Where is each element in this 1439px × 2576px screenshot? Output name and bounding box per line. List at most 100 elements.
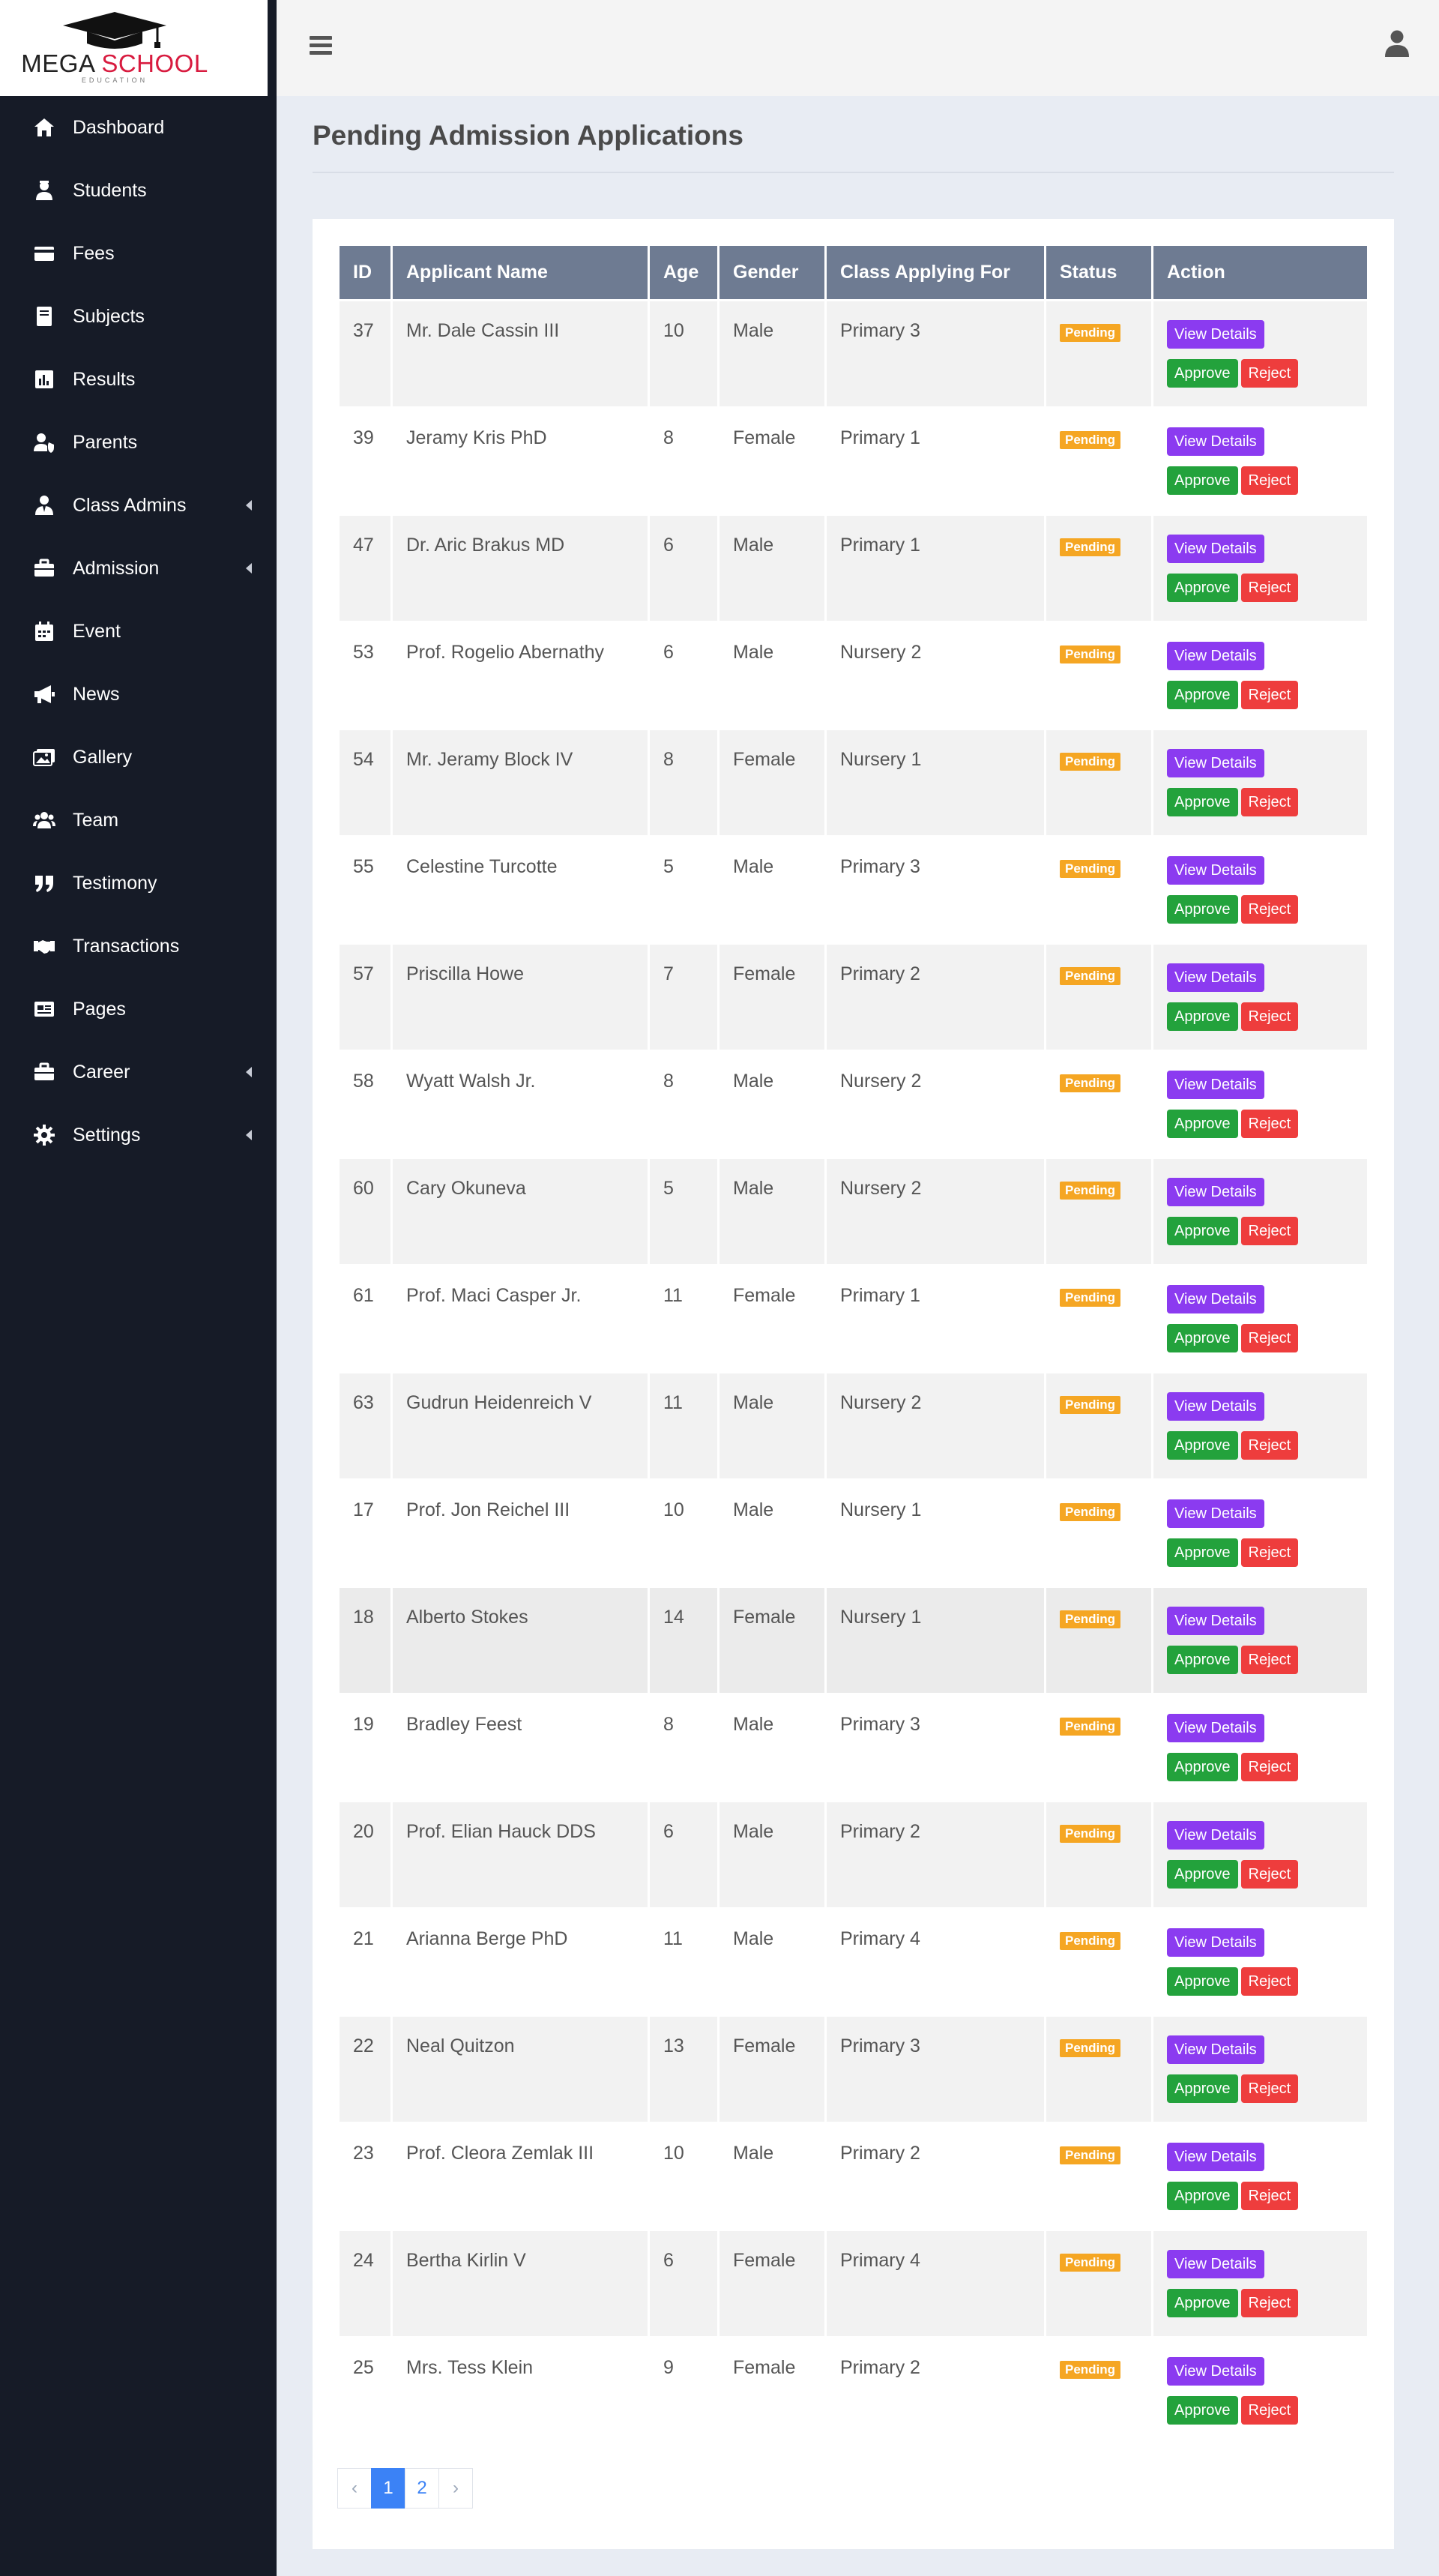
approve-button[interactable]: Approve [1167,574,1238,602]
sidebar-item-admission[interactable]: Admission [0,537,277,600]
cell-id: 55 [340,837,390,942]
approve-button[interactable]: Approve [1167,1431,1238,1460]
view-details-button[interactable]: View Details [1167,856,1264,885]
cell-gender: Male [720,1159,824,1264]
reject-button[interactable]: Reject [1240,1324,1299,1352]
approve-button[interactable]: Approve [1167,681,1238,709]
sidebar-item-team[interactable]: Team [0,789,277,852]
view-details-button[interactable]: View Details [1167,1178,1264,1206]
reject-button[interactable]: Reject [1240,1967,1299,1996]
approve-button[interactable]: Approve [1167,788,1238,816]
pagination-prev[interactable]: ‹ [337,2468,372,2509]
reject-button[interactable]: Reject [1240,1538,1299,1567]
approve-button[interactable]: Approve [1167,1110,1238,1138]
view-details-button[interactable]: View Details [1167,749,1264,777]
pagination-page-1[interactable]: 1 [371,2468,405,2509]
view-details-button[interactable]: View Details [1167,535,1264,563]
reject-button[interactable]: Reject [1240,1753,1299,1781]
view-details-button[interactable]: View Details [1167,320,1264,349]
cell-status: Pending [1046,1910,1151,2014]
reject-button[interactable]: Reject [1240,681,1299,709]
sidebar-item-career[interactable]: Career [0,1041,277,1104]
hamburger-icon[interactable] [310,36,332,55]
table-row: 22 Neal Quitzon 13 Female Primary 3 Pending Vi… [340,2017,1367,2122]
reject-button[interactable]: Reject [1240,1860,1299,1889]
view-details-button[interactable]: View Details [1167,1499,1264,1528]
view-details-button[interactable]: View Details [1167,1392,1264,1421]
view-details-button[interactable]: View Details [1167,2143,1264,2171]
table-row: 17 Prof. Jon Reichel III 10 Male Nursery 1 Pe… [340,1481,1367,1586]
reject-button[interactable]: Reject [1240,895,1299,924]
table-row: 20 Prof. Elian Hauck DDS 6 Male Primary 2 Pen… [340,1802,1367,1907]
sidebar-item-gallery[interactable]: Gallery [0,726,277,789]
sidebar-item-label: Testimony [73,872,157,894]
approve-button[interactable]: Approve [1167,2182,1238,2210]
sidebar-item-event[interactable]: Event [0,600,277,663]
sidebar-item-testimony[interactable]: Testimony [0,852,277,915]
sidebar-item-pages[interactable]: Pages [0,978,277,1041]
sidebar-item-subjects[interactable]: Subjects [0,285,277,348]
view-details-button[interactable]: View Details [1167,427,1264,456]
pagination-page-2[interactable]: 2 [405,2468,439,2509]
approve-button[interactable]: Approve [1167,1646,1238,1674]
cell-applicant-name: Prof. Maci Casper Jr. [393,1266,648,1371]
approve-button[interactable]: Approve [1167,2289,1238,2317]
approve-button[interactable]: Approve [1167,1967,1238,1996]
reject-button[interactable]: Reject [1240,1646,1299,1674]
approve-button[interactable]: Approve [1167,2396,1238,2425]
cell-age: 14 [650,1588,717,1693]
title-divider [313,172,1394,173]
sidebar-item-settings[interactable]: Settings [0,1104,277,1167]
view-details-button[interactable]: View Details [1167,963,1264,992]
sidebar-item-results[interactable]: Results [0,348,277,411]
reject-button[interactable]: Reject [1240,2074,1299,2103]
sidebar-item-news[interactable]: News [0,663,277,726]
reject-button[interactable]: Reject [1240,1217,1299,1245]
sidebar-item-students[interactable]: Students [0,159,277,222]
view-details-button[interactable]: View Details [1167,1285,1264,1313]
sidebar-item-label: Fees [73,242,115,264]
approve-button[interactable]: Approve [1167,2074,1238,2103]
sidebar-item-parents[interactable]: Parents [0,411,277,474]
approve-button[interactable]: Approve [1167,1002,1238,1031]
approve-button[interactable]: Approve [1167,1753,1238,1781]
cell-status: Pending [1046,301,1151,406]
pagination-next[interactable]: › [438,2468,473,2509]
cell-status: Pending [1046,2338,1151,2443]
reject-button[interactable]: Reject [1240,574,1299,602]
view-details-button[interactable]: View Details [1167,642,1264,670]
view-details-button[interactable]: View Details [1167,1714,1264,1742]
reject-button[interactable]: Reject [1240,1002,1299,1031]
reject-button[interactable]: Reject [1240,2182,1299,2210]
reject-button[interactable]: Reject [1240,359,1299,388]
cell-class: Nursery 1 [827,730,1044,835]
cell-status: Pending [1046,2017,1151,2122]
sidebar-item-transactions[interactable]: Transactions [0,915,277,978]
reject-button[interactable]: Reject [1240,466,1299,495]
approve-button[interactable]: Approve [1167,1217,1238,1245]
sidebar-item-class-admins[interactable]: Class Admins [0,474,277,537]
approve-button[interactable]: Approve [1167,1538,1238,1567]
reject-button[interactable]: Reject [1240,2289,1299,2317]
sidebar-item-dashboard[interactable]: Dashboard [0,96,277,159]
approve-button[interactable]: Approve [1167,359,1238,388]
reject-button[interactable]: Reject [1240,1431,1299,1460]
view-details-button[interactable]: View Details [1167,2250,1264,2278]
approve-button[interactable]: Approve [1167,1324,1238,1352]
view-details-button[interactable]: View Details [1167,1821,1264,1850]
view-details-button[interactable]: View Details [1167,1607,1264,1635]
reject-button[interactable]: Reject [1240,2396,1299,2425]
reject-button[interactable]: Reject [1240,788,1299,816]
cell-actions: View Details Approve Reject [1153,2231,1367,2336]
approve-button[interactable]: Approve [1167,895,1238,924]
view-details-button[interactable]: View Details [1167,2035,1264,2064]
view-details-button[interactable]: View Details [1167,1071,1264,1099]
approve-button[interactable]: Approve [1167,1860,1238,1889]
view-details-button[interactable]: View Details [1167,1928,1264,1957]
sidebar-item-fees[interactable]: Fees [0,222,277,285]
view-details-button[interactable]: View Details [1167,2357,1264,2386]
approve-button[interactable]: Approve [1167,466,1238,495]
user-icon[interactable] [1385,30,1409,57]
logo[interactable]: MEGA SCHOOL EDUCATION [0,0,268,96]
reject-button[interactable]: Reject [1240,1110,1299,1138]
